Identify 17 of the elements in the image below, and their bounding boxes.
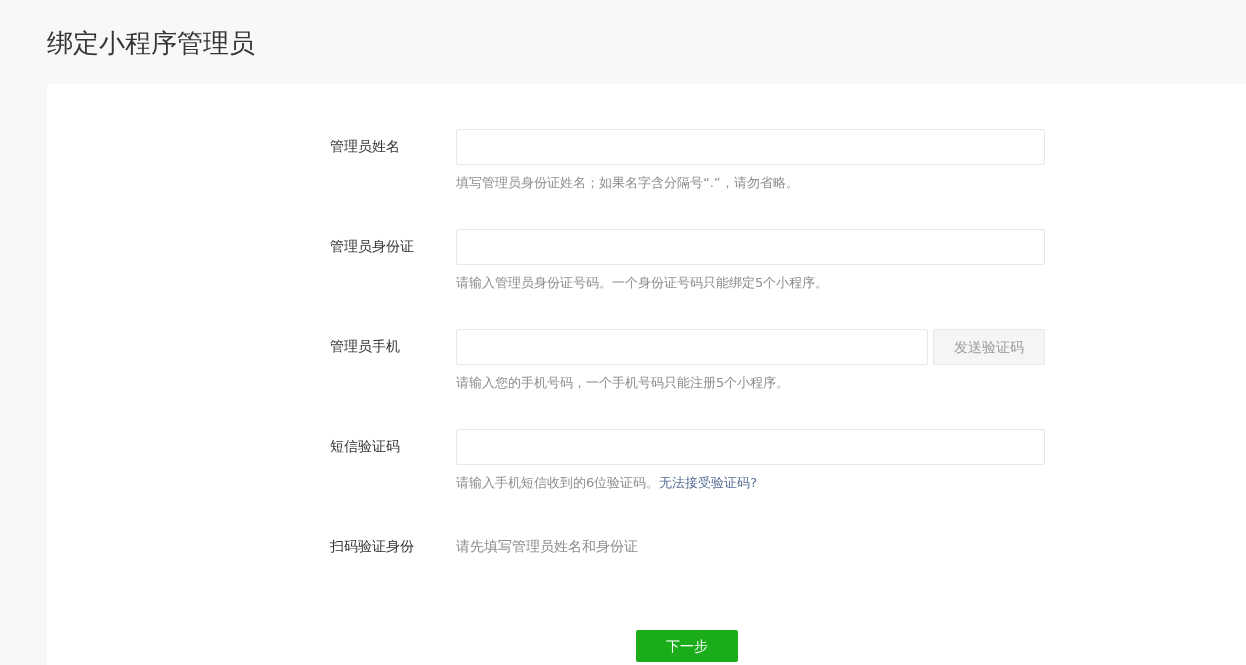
input-field[interactable] [456, 429, 1045, 465]
hint-text: 请输入管理员身份证号码。一个身份证号码只能绑定5个小程序。 [456, 274, 829, 292]
input-field[interactable] [456, 329, 928, 365]
page-title: 绑定小程序管理员 [47, 27, 256, 60]
field-label: 管理员手机 [330, 337, 401, 356]
field-label: 扫码验证身份 [330, 537, 415, 556]
hint-text: 请输入手机短信收到的6位验证码。 [456, 474, 660, 492]
help-link[interactable]: 无法接受验证码? [659, 473, 758, 493]
hint-text: 填写管理员身份证姓名；如果名字含分隔号“.”，请勿省略。 [456, 174, 799, 192]
input-field[interactable] [456, 229, 1045, 265]
hint-text: 请输入您的手机号码，一个手机号码只能注册5个小程序。 [456, 374, 790, 392]
field-label: 管理员身份证 [330, 237, 415, 256]
next-step-button[interactable]: 下一步 [636, 630, 738, 662]
field-label: 短信验证码 [330, 437, 401, 456]
field-label: 管理员姓名 [330, 137, 401, 156]
hint-text: 请先填写管理员姓名和身份证 [456, 537, 638, 556]
input-field[interactable] [456, 129, 1045, 165]
